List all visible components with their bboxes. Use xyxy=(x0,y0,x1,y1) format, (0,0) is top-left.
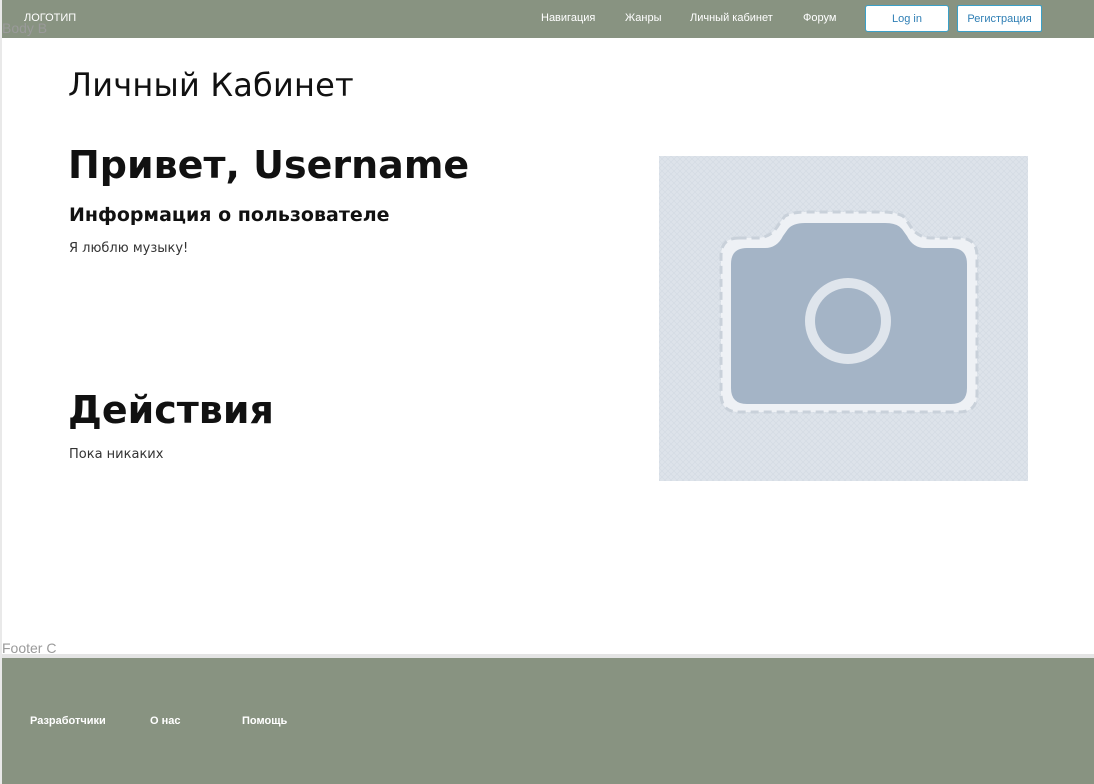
nav-item-forum[interactable]: Форум xyxy=(803,12,836,24)
nav-item-navigation[interactable]: Навигация xyxy=(541,12,595,24)
actions-heading: Действия xyxy=(68,388,274,432)
camera-icon xyxy=(659,156,1028,481)
greeting-heading: Привет, Username xyxy=(68,143,470,187)
footer-link-about[interactable]: О нас xyxy=(150,715,181,727)
profile-photo-placeholder[interactable] xyxy=(659,156,1028,481)
footer-link-help[interactable]: Помощь xyxy=(242,715,287,727)
frame-label-footer: Footer C xyxy=(2,640,57,656)
frame-label-body: Body B xyxy=(2,20,48,36)
register-button[interactable]: Регистрация xyxy=(957,5,1042,32)
nav-item-account[interactable]: Личный кабинет xyxy=(690,12,773,24)
nav-item-genres[interactable]: Жанры xyxy=(625,12,662,24)
user-info-text: Я люблю музыку! xyxy=(69,241,189,256)
footer-link-developers[interactable]: Разработчики xyxy=(30,715,106,727)
page-frame: ЛОГОТИП Навигация Жанры Личный кабинет Ф… xyxy=(2,0,1094,784)
footer: Разработчики О нас Помощь xyxy=(2,658,1094,784)
user-info-heading: Информация о пользователе xyxy=(69,204,390,226)
actions-text: Пока никаких xyxy=(69,447,164,462)
login-button[interactable]: Log in xyxy=(865,5,949,32)
top-header: ЛОГОТИП Навигация Жанры Личный кабинет Ф… xyxy=(2,0,1094,38)
page-title: Личный Кабинет xyxy=(68,66,354,104)
